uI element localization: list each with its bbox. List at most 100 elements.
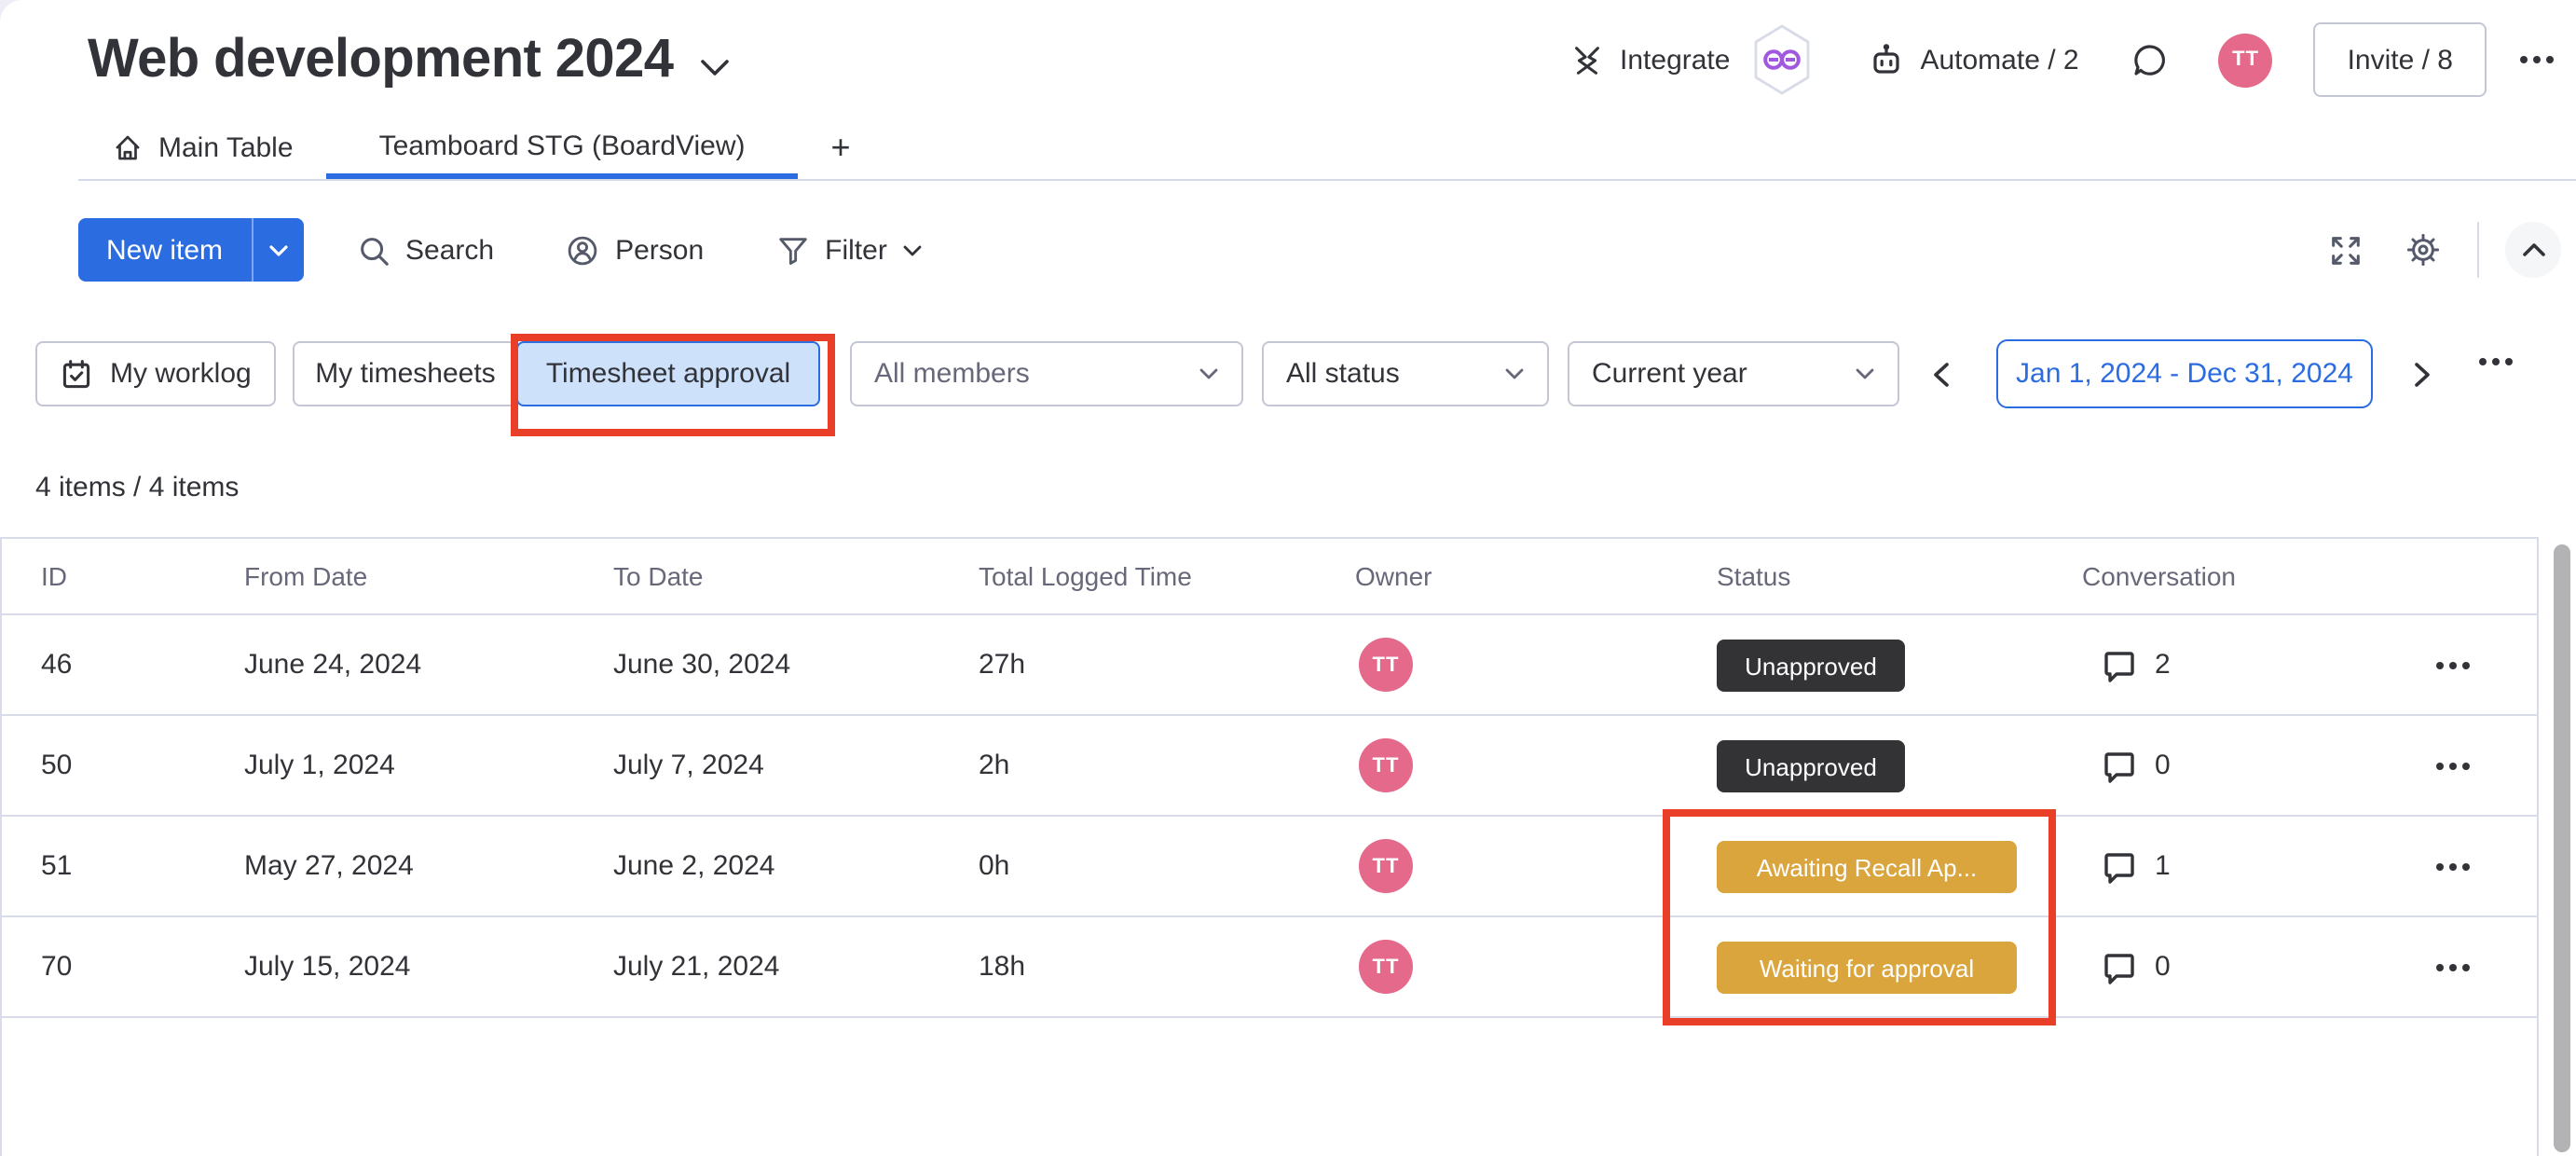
column-header-owner[interactable]: Owner bbox=[1355, 539, 1432, 613]
items-count: 4 items / 4 items bbox=[35, 472, 240, 503]
search-button[interactable]: Search bbox=[336, 232, 513, 268]
my-timesheets-button[interactable]: My timesheets bbox=[293, 341, 518, 406]
my-worklog-label: My worklog bbox=[110, 358, 252, 390]
search-icon bbox=[355, 232, 391, 268]
date-range-button[interactable]: Jan 1, 2024 - Dec 31, 2024 bbox=[1996, 339, 2373, 408]
tab-main-table[interactable]: Main Table bbox=[78, 117, 327, 179]
integrate-label: Integrate bbox=[1620, 44, 1731, 76]
speech-bubble-icon bbox=[2104, 953, 2134, 984]
owner-avatar[interactable]: TT bbox=[1359, 839, 1413, 893]
home-icon bbox=[112, 132, 144, 164]
cell-total-logged-time: 18h bbox=[979, 951, 1026, 983]
chevron-down-icon bbox=[268, 244, 287, 255]
cell-to-date: June 30, 2024 bbox=[613, 649, 791, 681]
column-header-from-date[interactable]: From Date bbox=[244, 539, 367, 613]
automate-button[interactable]: Automate / 2 bbox=[1868, 41, 2079, 78]
new-item-dropdown-button[interactable] bbox=[251, 218, 304, 282]
new-item-label: New item bbox=[106, 234, 224, 266]
user-avatar[interactable]: TT bbox=[2218, 33, 2273, 87]
person-icon bbox=[565, 232, 600, 268]
search-label: Search bbox=[405, 234, 495, 266]
column-header-conversation[interactable]: Conversation bbox=[2082, 539, 2236, 613]
avatar-initials: TT bbox=[1372, 855, 1400, 877]
row-more-options-button[interactable] bbox=[2436, 615, 2470, 714]
tab-teamboard-stg[interactable]: Teamboard STG (BoardView) bbox=[326, 117, 798, 179]
table-row: 70 July 15, 2024 July 21, 2024 18h TT Wa… bbox=[2, 917, 2537, 1018]
fullscreen-button[interactable] bbox=[2308, 232, 2384, 268]
status-dropdown-value: All status bbox=[1286, 358, 1400, 390]
chevron-down-icon bbox=[903, 244, 922, 255]
board-more-options-button[interactable] bbox=[2520, 56, 2554, 63]
timesheet-approval-button[interactable]: Timesheet approval bbox=[516, 341, 820, 406]
conversation-button[interactable]: 0 bbox=[2101, 917, 2171, 1016]
cell-from-date: June 24, 2024 bbox=[244, 649, 422, 681]
new-item-button[interactable]: New item bbox=[78, 218, 252, 282]
next-period-button[interactable] bbox=[2401, 354, 2442, 395]
column-header-status[interactable]: Status bbox=[1717, 539, 1790, 613]
add-view-tab-button[interactable]: + bbox=[798, 117, 884, 179]
integration-badge[interactable] bbox=[1748, 22, 1816, 97]
owner-avatar[interactable]: TT bbox=[1359, 738, 1413, 792]
conversation-button[interactable]: 0 bbox=[2101, 716, 2171, 815]
column-header-id[interactable]: ID bbox=[41, 539, 67, 613]
column-header-total-logged-time[interactable]: Total Logged Time bbox=[979, 539, 1192, 613]
cell-id: 70 bbox=[41, 951, 73, 983]
chevron-down-icon bbox=[1856, 368, 1874, 379]
vertical-scrollbar[interactable] bbox=[2554, 544, 2570, 1152]
status-badge[interactable]: Waiting for approval bbox=[1717, 942, 2017, 994]
page-title: Web development 2024 bbox=[88, 30, 674, 89]
status-label: Awaiting Recall Ap... bbox=[1756, 853, 1978, 881]
conversation-button[interactable]: 1 bbox=[2101, 817, 2171, 915]
status-dropdown[interactable]: All status bbox=[1262, 341, 1549, 406]
filter-more-options-button[interactable] bbox=[2479, 358, 2513, 365]
cell-from-date: July 1, 2024 bbox=[244, 750, 395, 781]
expand-icon bbox=[2332, 236, 2360, 264]
integrate-button[interactable]: Integrate bbox=[1569, 42, 1730, 77]
status-label: Unapproved bbox=[1745, 652, 1877, 680]
collapse-toolbar-button[interactable] bbox=[2505, 222, 2561, 278]
status-badge[interactable]: Awaiting Recall Ap... bbox=[1717, 841, 2017, 893]
period-dropdown[interactable]: Current year bbox=[1568, 341, 1899, 406]
cell-total-logged-time: 27h bbox=[979, 649, 1026, 681]
conversation-count: 0 bbox=[2155, 951, 2171, 983]
my-worklog-button[interactable]: My worklog bbox=[35, 341, 276, 406]
view-tabs: Main Table Teamboard STG (BoardView) + bbox=[78, 117, 2576, 181]
new-item-split-button[interactable]: New item bbox=[78, 218, 304, 282]
invite-button[interactable]: Invite / 8 bbox=[2313, 22, 2487, 97]
conversation-count: 1 bbox=[2155, 850, 2171, 882]
chat-button[interactable] bbox=[2131, 40, 2171, 79]
chat-bubble-icon bbox=[2131, 40, 2171, 79]
filter-button[interactable]: Filter bbox=[756, 232, 941, 268]
members-dropdown[interactable]: All members bbox=[850, 341, 1243, 406]
conversation-count: 2 bbox=[2155, 649, 2171, 681]
cell-to-date: July 21, 2024 bbox=[613, 951, 780, 983]
cell-id: 51 bbox=[41, 850, 73, 882]
chevron-up-icon bbox=[2522, 243, 2544, 256]
my-timesheets-label: My timesheets bbox=[315, 358, 496, 390]
row-more-options-button[interactable] bbox=[2436, 716, 2470, 815]
avatar-initials: TT bbox=[1372, 654, 1400, 676]
owner-avatar[interactable]: TT bbox=[1359, 638, 1413, 692]
conversation-count: 0 bbox=[2155, 750, 2171, 781]
table-header-row: ID From Date To Date Total Logged Time O… bbox=[2, 539, 2537, 615]
status-badge[interactable]: Unapproved bbox=[1717, 740, 1905, 792]
status-label: Waiting for approval bbox=[1759, 954, 1975, 982]
cell-from-date: May 27, 2024 bbox=[244, 850, 414, 882]
speech-bubble-icon bbox=[2104, 751, 2134, 782]
tab-label: Main Table bbox=[158, 132, 294, 164]
conversation-button[interactable]: 2 bbox=[2101, 615, 2171, 714]
cell-id: 46 bbox=[41, 649, 73, 681]
date-range-label: Jan 1, 2024 - Dec 31, 2024 bbox=[2016, 358, 2353, 390]
status-badge[interactable]: Unapproved bbox=[1717, 640, 1905, 692]
row-more-options-button[interactable] bbox=[2436, 817, 2470, 915]
previous-period-button[interactable] bbox=[1920, 354, 1961, 395]
owner-avatar[interactable]: TT bbox=[1359, 940, 1413, 994]
row-more-options-button[interactable] bbox=[2436, 917, 2470, 1016]
filter-label: Filter bbox=[825, 234, 887, 266]
settings-button[interactable] bbox=[2384, 231, 2462, 268]
board-title-menu-chevron-icon[interactable] bbox=[699, 58, 731, 78]
person-filter-button[interactable]: Person bbox=[546, 232, 722, 268]
column-header-to-date[interactable]: To Date bbox=[613, 539, 704, 613]
cell-id: 50 bbox=[41, 750, 73, 781]
robot-icon bbox=[1868, 41, 1905, 78]
